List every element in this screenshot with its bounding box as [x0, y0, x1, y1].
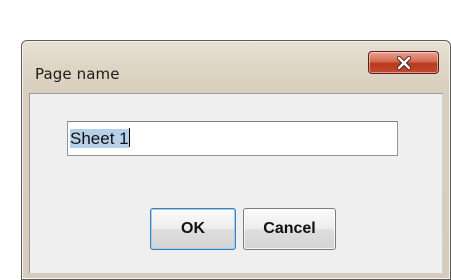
close-x-icon: [396, 56, 412, 70]
dialog-bottom-edge: [22, 272, 450, 279]
cancel-button[interactable]: Cancel: [243, 208, 336, 250]
selected-text: Sheet 1: [70, 129, 129, 148]
close-button[interactable]: [368, 51, 439, 74]
page-name-input[interactable]: Sheet 1: [67, 121, 398, 156]
page-name-dialog: Page name Sheet 1 OK Cancel: [21, 40, 451, 280]
dialog-content: Sheet 1 OK Cancel: [29, 93, 443, 274]
dialog-title: Page name: [35, 65, 120, 83]
ok-button[interactable]: OK: [150, 208, 236, 250]
dialog-titlebar[interactable]: Page name: [22, 41, 450, 93]
text-caret: [128, 128, 130, 147]
